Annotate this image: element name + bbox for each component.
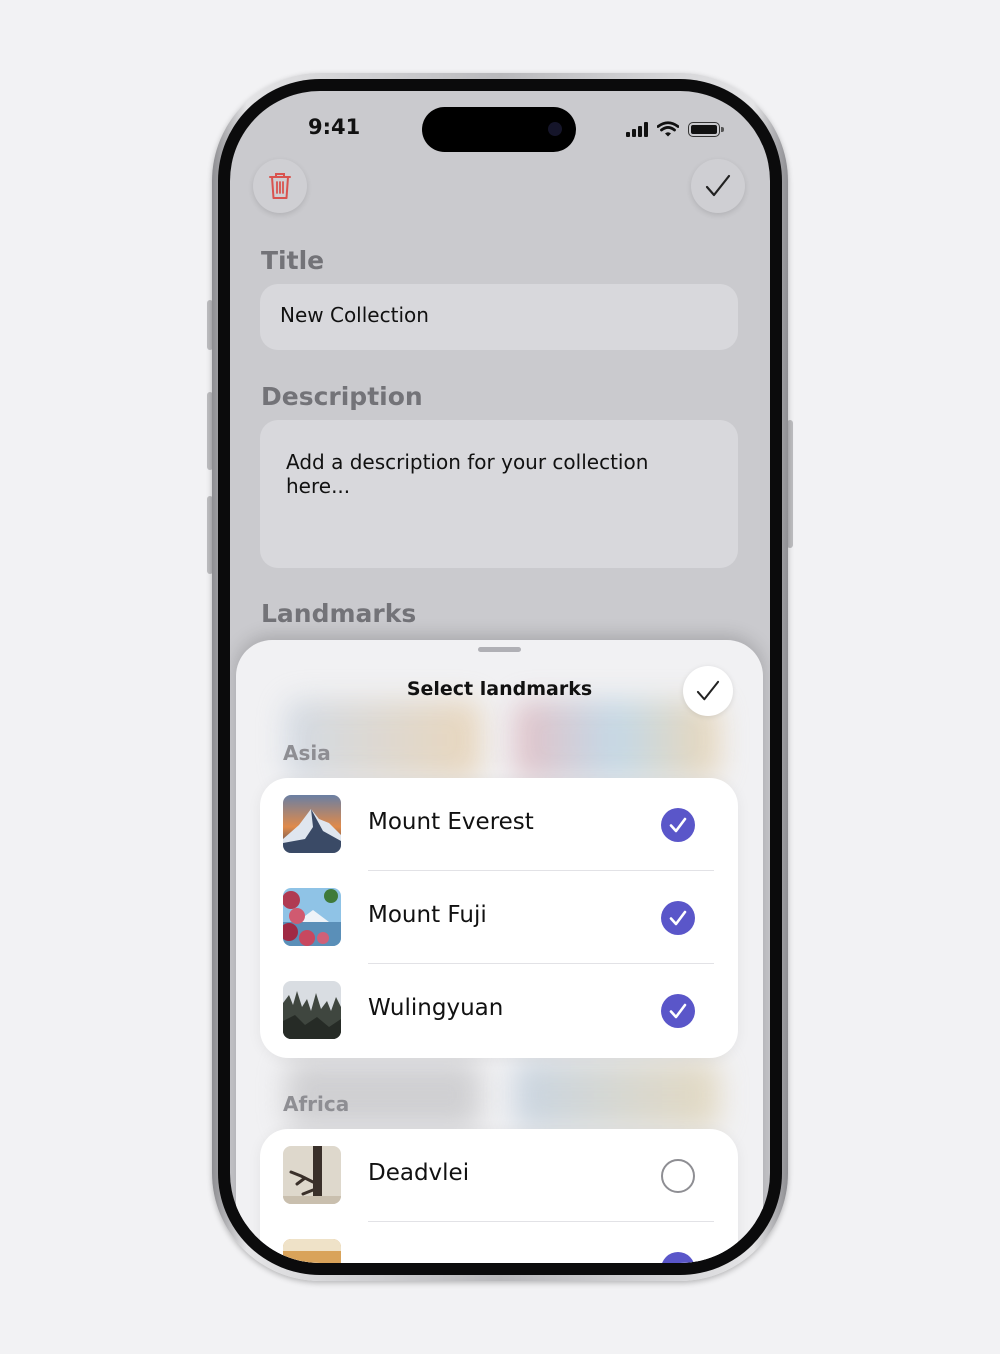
- status-time: 9:41: [308, 115, 361, 139]
- battery-icon: [688, 122, 724, 137]
- wifi-icon: [657, 121, 679, 137]
- select-landmarks-sheet: Select landmarks Asia Mount Everest Moun…: [236, 640, 763, 1263]
- landmark-thumbnail: [283, 981, 341, 1039]
- landmark-thumbnail: [283, 1239, 341, 1263]
- checkmark-icon: [696, 680, 720, 701]
- landmark-name: Deadvlei: [368, 1160, 470, 1186]
- list-item[interactable]: Mount Everest: [260, 778, 738, 871]
- description-label: Description: [261, 382, 423, 411]
- group-label-africa: Africa: [283, 1092, 350, 1116]
- asia-landmarks-list: Mount Everest Mount Fuji Wulingyuan: [260, 778, 738, 1058]
- landmark-name: Mount Everest: [368, 809, 534, 835]
- checkmark-selected-icon[interactable]: [661, 808, 695, 842]
- checkmark-selected-icon[interactable]: [661, 1252, 695, 1263]
- done-button[interactable]: [691, 159, 745, 213]
- dynamic-island: [422, 107, 576, 152]
- title-value: New Collection: [280, 303, 429, 327]
- landmark-thumbnail: [283, 795, 341, 853]
- trash-icon: [269, 173, 291, 199]
- list-item[interactable]: Mount Fuji: [260, 871, 738, 964]
- landmark-thumbnail: [283, 888, 341, 946]
- background-thumbnail: [514, 1060, 719, 1130]
- landmarks-label: Landmarks: [261, 599, 417, 628]
- landmark-thumbnail: [283, 1146, 341, 1204]
- africa-landmarks-list: Deadvlei: [260, 1129, 738, 1263]
- description-field[interactable]: Add a description for your collection he…: [260, 420, 738, 568]
- background-thumbnail: [514, 700, 719, 780]
- checkmark-selected-icon[interactable]: [661, 994, 695, 1028]
- checkmark-unselected-icon[interactable]: [661, 1159, 695, 1193]
- landmark-name: Mount Fuji: [368, 902, 487, 928]
- camera-icon: [548, 122, 562, 136]
- checkmark-icon: [705, 174, 731, 197]
- landmark-name: Wulingyuan: [368, 995, 504, 1021]
- phone-screen: 9:41 Title New Collection Description Ad…: [230, 91, 770, 1263]
- sheet-grabber[interactable]: [478, 647, 521, 652]
- group-label-asia: Asia: [283, 741, 331, 765]
- title-field[interactable]: New Collection: [260, 284, 738, 350]
- title-label: Title: [261, 246, 325, 275]
- background-thumbnail: [286, 700, 481, 780]
- list-item[interactable]: Wulingyuan: [260, 964, 738, 1057]
- cellular-signal-icon: [626, 122, 648, 137]
- list-item[interactable]: Deadvlei: [260, 1129, 738, 1222]
- checkmark-selected-icon[interactable]: [661, 901, 695, 935]
- list-item[interactable]: [260, 1222, 738, 1263]
- description-placeholder: Add a description for your collection he…: [286, 450, 649, 498]
- delete-button[interactable]: [253, 159, 307, 213]
- status-icons: [626, 121, 724, 137]
- sheet-done-button[interactable]: [683, 666, 733, 716]
